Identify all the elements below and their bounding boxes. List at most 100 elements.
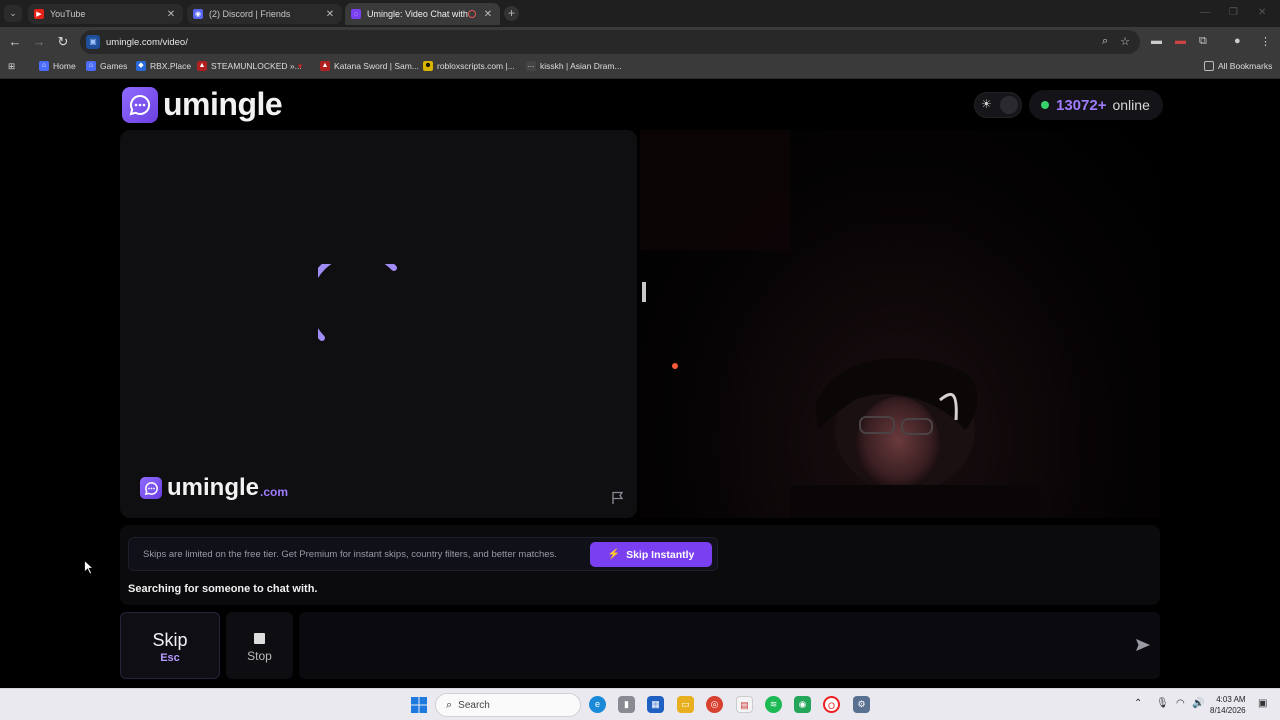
stop-button[interactable]: Stop: [226, 612, 293, 679]
tab-search-button[interactable]: ⌄: [4, 5, 22, 22]
opera-icon[interactable]: O: [823, 696, 840, 713]
katana-favicon-icon: ▲: [320, 61, 330, 71]
bookmark-home[interactable]: ⌂ Home: [39, 61, 76, 71]
reload-icon[interactable]: ↻: [55, 34, 71, 50]
site-info-icon[interactable]: ▣: [86, 35, 100, 49]
mic-app-icon[interactable]: ▮: [618, 696, 635, 713]
clock-date: 8/14/2026: [1210, 706, 1246, 715]
settings-gear-icon[interactable]: ⚙: [853, 696, 870, 713]
camera-feed-image: [640, 130, 1040, 518]
all-bookmarks[interactable]: All Bookmarks: [1204, 61, 1272, 71]
bookmark-rbxplace[interactable]: ◆ RBX.Place: [136, 61, 191, 71]
watermark-domain: .com: [260, 485, 289, 499]
extension-icon[interactable]: ▬: [1151, 35, 1162, 47]
tray-overflow-icon[interactable]: ⌃: [1134, 698, 1142, 709]
spotify-icon[interactable]: ≋: [765, 696, 782, 713]
online-label: online: [1112, 97, 1150, 113]
wifi-icon[interactable]: ◠: [1176, 698, 1185, 709]
recording-icon: [468, 10, 476, 18]
browser-toolbar: ← → ↻ ▣ umingle.com/video/ ⌕ ☆ ▬ ▬ ⧉ ● ⋮: [0, 27, 1280, 57]
bookmarks-bar: ⊞ ⌂ Home ⌂ Games ◆ RBX.Place ▲ STEAMUNLO…: [0, 57, 1280, 79]
windows-start-icon[interactable]: [411, 697, 427, 713]
self-camera-video: [640, 130, 1160, 518]
url-text: umingle.com/video/: [106, 36, 188, 48]
clock-time: 4:03 AM: [1216, 695, 1246, 704]
chat-message-input[interactable]: [299, 612, 1160, 679]
umingle-page: umingle ☀ 13072+ online umingle .com Ski…: [0, 80, 1280, 688]
send-icon[interactable]: [1135, 637, 1151, 653]
kisskh-favicon-icon: …: [526, 61, 536, 71]
chrome-icon[interactable]: ◎: [706, 696, 723, 713]
close-icon[interactable]: ✕: [324, 9, 336, 20]
stop-label: Stop: [247, 649, 272, 663]
notification-icon[interactable]: ▣: [1258, 698, 1267, 709]
site-logo[interactable]: umingle: [122, 86, 283, 123]
umingle-icon: ◌: [351, 9, 361, 19]
discord-taskbar-icon[interactable]: ◉: [794, 696, 811, 713]
maximize-icon[interactable]: ❐: [1229, 7, 1238, 18]
bookmark-label: Katana Sword | Sam...: [334, 61, 419, 71]
tab-title: Umingle: Video Chat with S: [367, 9, 468, 19]
windows-taskbar: ⌕ Search e ▮ ▦ ▭ ◎ ▤ ≋ ◉ O ⚙ ⌃ 🎙 ◠ 🔊 4:0…: [0, 688, 1280, 720]
system-clock[interactable]: 4:03 AM 8/14/2026: [1210, 694, 1246, 716]
zoom-icon[interactable]: ⌕: [1102, 35, 1108, 48]
all-bookmarks-label: All Bookmarks: [1218, 61, 1273, 71]
stranger-video: umingle .com: [120, 130, 637, 518]
report-flag-icon[interactable]: [611, 491, 625, 505]
folder-icon: [1204, 61, 1214, 71]
notes-icon[interactable]: ▤: [736, 696, 753, 713]
tab-youtube[interactable]: ▶ YouTube ✕: [28, 4, 183, 24]
theme-toggle[interactable]: ☀: [974, 92, 1022, 118]
bookmark-label: STEAMUNLOCKED »...: [211, 61, 302, 71]
new-tab-button[interactable]: +: [504, 6, 519, 21]
stop-square-icon: [254, 633, 265, 644]
tab-umingle[interactable]: ◌ Umingle: Video Chat with S ✕: [345, 3, 500, 25]
mouse-cursor-icon: [84, 560, 94, 575]
skip-instantly-button[interactable]: ⚡ Skip Instantly: [590, 542, 712, 567]
file-explorer-icon[interactable]: ▭: [677, 696, 694, 713]
bookmark-red-icon[interactable]: ▾: [298, 61, 302, 72]
skip-button[interactable]: Skip Esc: [120, 612, 220, 679]
chat-bubble-logo-icon: [122, 86, 158, 123]
sun-icon: ☀: [981, 97, 992, 111]
microphone-icon[interactable]: 🎙: [1156, 698, 1169, 709]
taskbar-search[interactable]: ⌕ Search: [435, 693, 581, 717]
tab-title: (2) Discord | Friends: [209, 9, 291, 19]
loading-spinner-icon: [318, 264, 397, 341]
rbxplace-favicon-icon: ◆: [136, 61, 146, 71]
profile-avatar[interactable]: ●: [1234, 35, 1241, 47]
tab-discord[interactable]: ◉ (2) Discord | Friends ✕: [187, 4, 342, 24]
extensions-puzzle-icon[interactable]: ⧉: [1199, 35, 1207, 48]
edge-icon[interactable]: e: [589, 696, 606, 713]
bookmark-label: robloxscripts.com |...: [437, 61, 515, 71]
apps-grid-icon[interactable]: ⊞: [8, 61, 15, 72]
bookmark-steamunlocked[interactable]: ▲ STEAMUNLOCKED »...: [197, 61, 302, 71]
browser-tabstrip: ⌄ ▶ YouTube ✕ ◉ (2) Discord | Friends ✕ …: [0, 0, 1280, 27]
bookmark-games[interactable]: ⌂ Games: [86, 61, 127, 71]
close-icon[interactable]: ✕: [165, 9, 177, 20]
bookmark-robloxscripts[interactable]: ☻ robloxscripts.com |...: [423, 61, 515, 71]
volume-icon[interactable]: 🔊: [1192, 698, 1204, 709]
address-bar[interactable]: ▣ umingle.com/video/ ⌕ ☆: [80, 30, 1140, 54]
search-icon: ⌕: [446, 698, 453, 711]
online-count: 13072+: [1056, 96, 1107, 114]
forward-icon[interactable]: →: [31, 34, 47, 50]
minimize-icon[interactable]: —: [1200, 7, 1210, 18]
logo-text: umingle: [163, 86, 283, 122]
bookmark-star-icon[interactable]: ☆: [1120, 35, 1130, 48]
bookmark-label: kisskh | Asian Dram...: [540, 61, 622, 71]
video-watermark: umingle .com: [140, 474, 288, 502]
bookmark-katana[interactable]: ▲ Katana Sword | Sam...: [320, 61, 419, 71]
premium-notice: Skips are limited on the free tier. Get …: [128, 537, 718, 571]
back-icon[interactable]: ←: [7, 34, 23, 50]
window-close-icon[interactable]: ✕: [1258, 7, 1266, 18]
skip-instantly-label: Skip Instantly: [626, 548, 695, 561]
robloxscripts-favicon-icon: ☻: [423, 61, 433, 71]
menu-kebab-icon[interactable]: ⋮: [1260, 35, 1271, 48]
close-icon[interactable]: ✕: [482, 9, 494, 20]
bookmark-kisskh[interactable]: … kisskh | Asian Dram...: [526, 61, 622, 71]
status-message: Searching for someone to chat with.: [128, 583, 318, 595]
store-icon[interactable]: ▦: [647, 696, 664, 713]
online-counter: 13072+ online: [1029, 90, 1163, 120]
extension-red-icon[interactable]: ▬: [1175, 35, 1186, 47]
